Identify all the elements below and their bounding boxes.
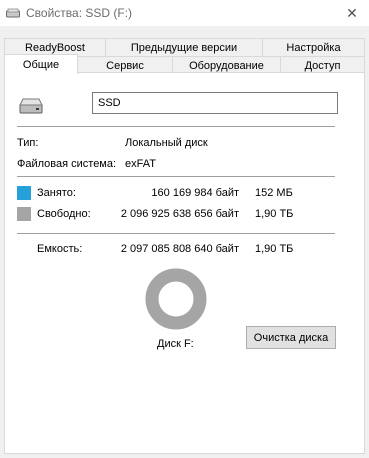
used-space-swatch [17, 186, 31, 200]
tab-label: Настройка [286, 41, 341, 54]
drive-name-field[interactable] [92, 92, 338, 114]
free-space-bytes: 2 096 925 638 656 байт [120, 208, 239, 220]
tab-general[interactable]: Общие [4, 54, 78, 74]
type-value: Локальный диск [125, 137, 208, 149]
disk-letter-label: Диск F: [157, 338, 194, 350]
disk-usage-donut [145, 268, 207, 330]
tab-label: Доступ [304, 59, 341, 72]
used-space-size: 152 МБ [255, 187, 293, 199]
general-tab-panel: Тип: Локальный диск Файловая система: ex… [4, 72, 365, 454]
tab-label: Сервис [106, 59, 144, 72]
tab-customize[interactable]: Настройка [262, 38, 365, 56]
used-space-label: Занято: [37, 187, 76, 199]
free-space-swatch [17, 207, 31, 221]
window-title: Свойства: SSD (F:) [26, 6, 133, 20]
close-button[interactable]: ✕ [335, 0, 369, 26]
title-bar: Свойства: SSD (F:) ✕ [0, 0, 369, 26]
free-space-size: 1,90 ТБ [255, 208, 294, 220]
divider [17, 176, 335, 177]
capacity-size: 1,90 ТБ [255, 243, 294, 255]
file-system-value: exFAT [125, 158, 156, 170]
tab-label: Общие [22, 58, 60, 71]
divider [17, 233, 335, 234]
used-space-bytes: 160 169 984 байт [151, 187, 239, 199]
disk-cleanup-button[interactable]: Очистка диска [246, 326, 336, 349]
drive-icon [6, 8, 20, 18]
donut-free-ring [145, 268, 207, 330]
capacity-label: Емкость: [37, 243, 83, 255]
free-space-label: Свободно: [37, 208, 91, 220]
file-system-label: Файловая система: [17, 158, 117, 170]
type-label: Тип: [17, 137, 39, 149]
tab-previous-versions[interactable]: Предыдущие версии [105, 38, 263, 56]
close-icon: ✕ [346, 4, 358, 21]
capacity-bytes: 2 097 085 808 640 байт [120, 243, 239, 255]
tab-label: Оборудование [189, 59, 264, 72]
divider [17, 126, 335, 127]
tab-label: Предыдущие версии [130, 41, 238, 54]
drive-icon [19, 98, 43, 114]
tab-label: ReadyBoost [25, 41, 85, 54]
